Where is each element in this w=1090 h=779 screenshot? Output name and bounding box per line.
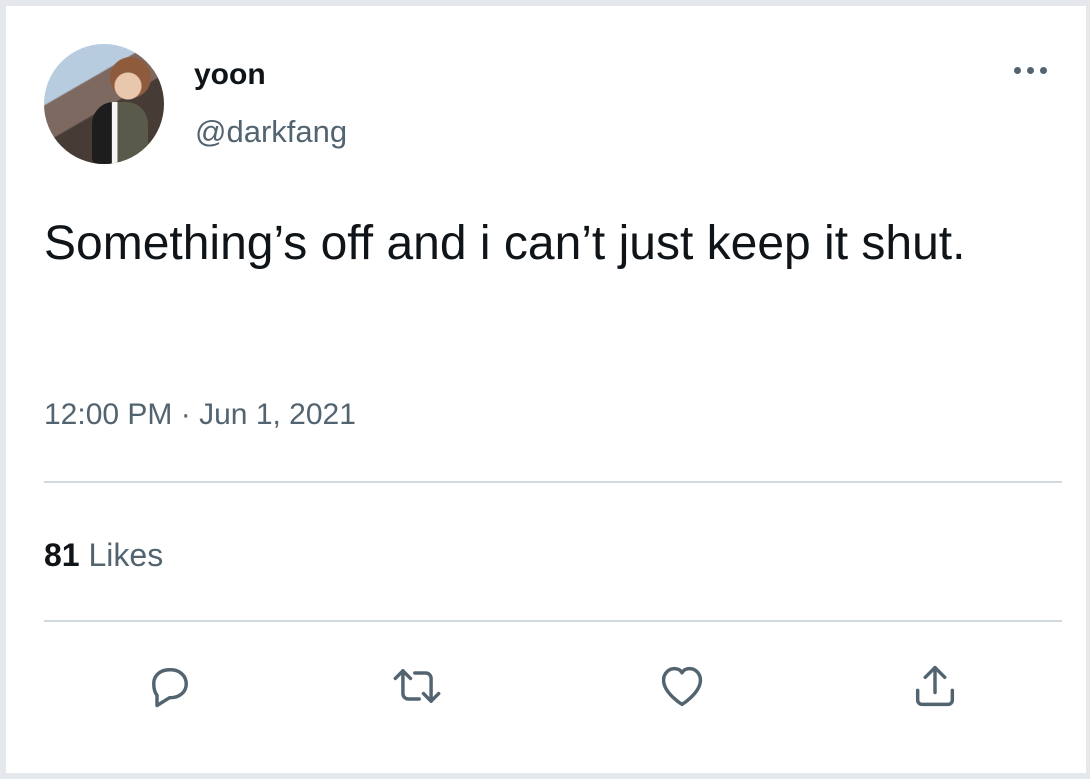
tweet-time: 12:00 PM — [44, 398, 173, 431]
heart-icon — [661, 666, 703, 707]
share-icon — [915, 665, 955, 707]
divider — [44, 620, 1062, 622]
timestamp-separator: · — [180, 398, 191, 431]
tweet-text: Something’s off and i can’t just keep it… — [44, 217, 966, 270]
tweet-card: yoon @darkfang Something’s off and i can… — [0, 0, 1090, 779]
share-button[interactable] — [907, 658, 963, 714]
likes-stat[interactable]: 81 Likes — [44, 537, 163, 574]
more-dot — [1027, 67, 1034, 74]
likes-count: 81 — [44, 537, 80, 573]
likes-label: Likes — [88, 537, 164, 573]
more-dot — [1040, 67, 1047, 74]
author-display-name[interactable]: yoon — [194, 58, 266, 92]
retweet-icon — [393, 669, 441, 703]
author-handle[interactable]: @darkfang — [195, 114, 347, 150]
reply-icon — [152, 668, 188, 708]
tweet-timestamp[interactable]: 12:00 PM · Jun 1, 2021 — [44, 398, 356, 432]
tweet-date: Jun 1, 2021 — [199, 398, 356, 431]
more-options-icon[interactable] — [1014, 67, 1047, 74]
more-dot — [1014, 67, 1021, 74]
retweet-button[interactable] — [389, 658, 445, 714]
divider — [44, 481, 1062, 483]
avatar[interactable] — [44, 44, 164, 164]
like-button[interactable] — [654, 658, 710, 714]
reply-button[interactable] — [142, 658, 198, 714]
